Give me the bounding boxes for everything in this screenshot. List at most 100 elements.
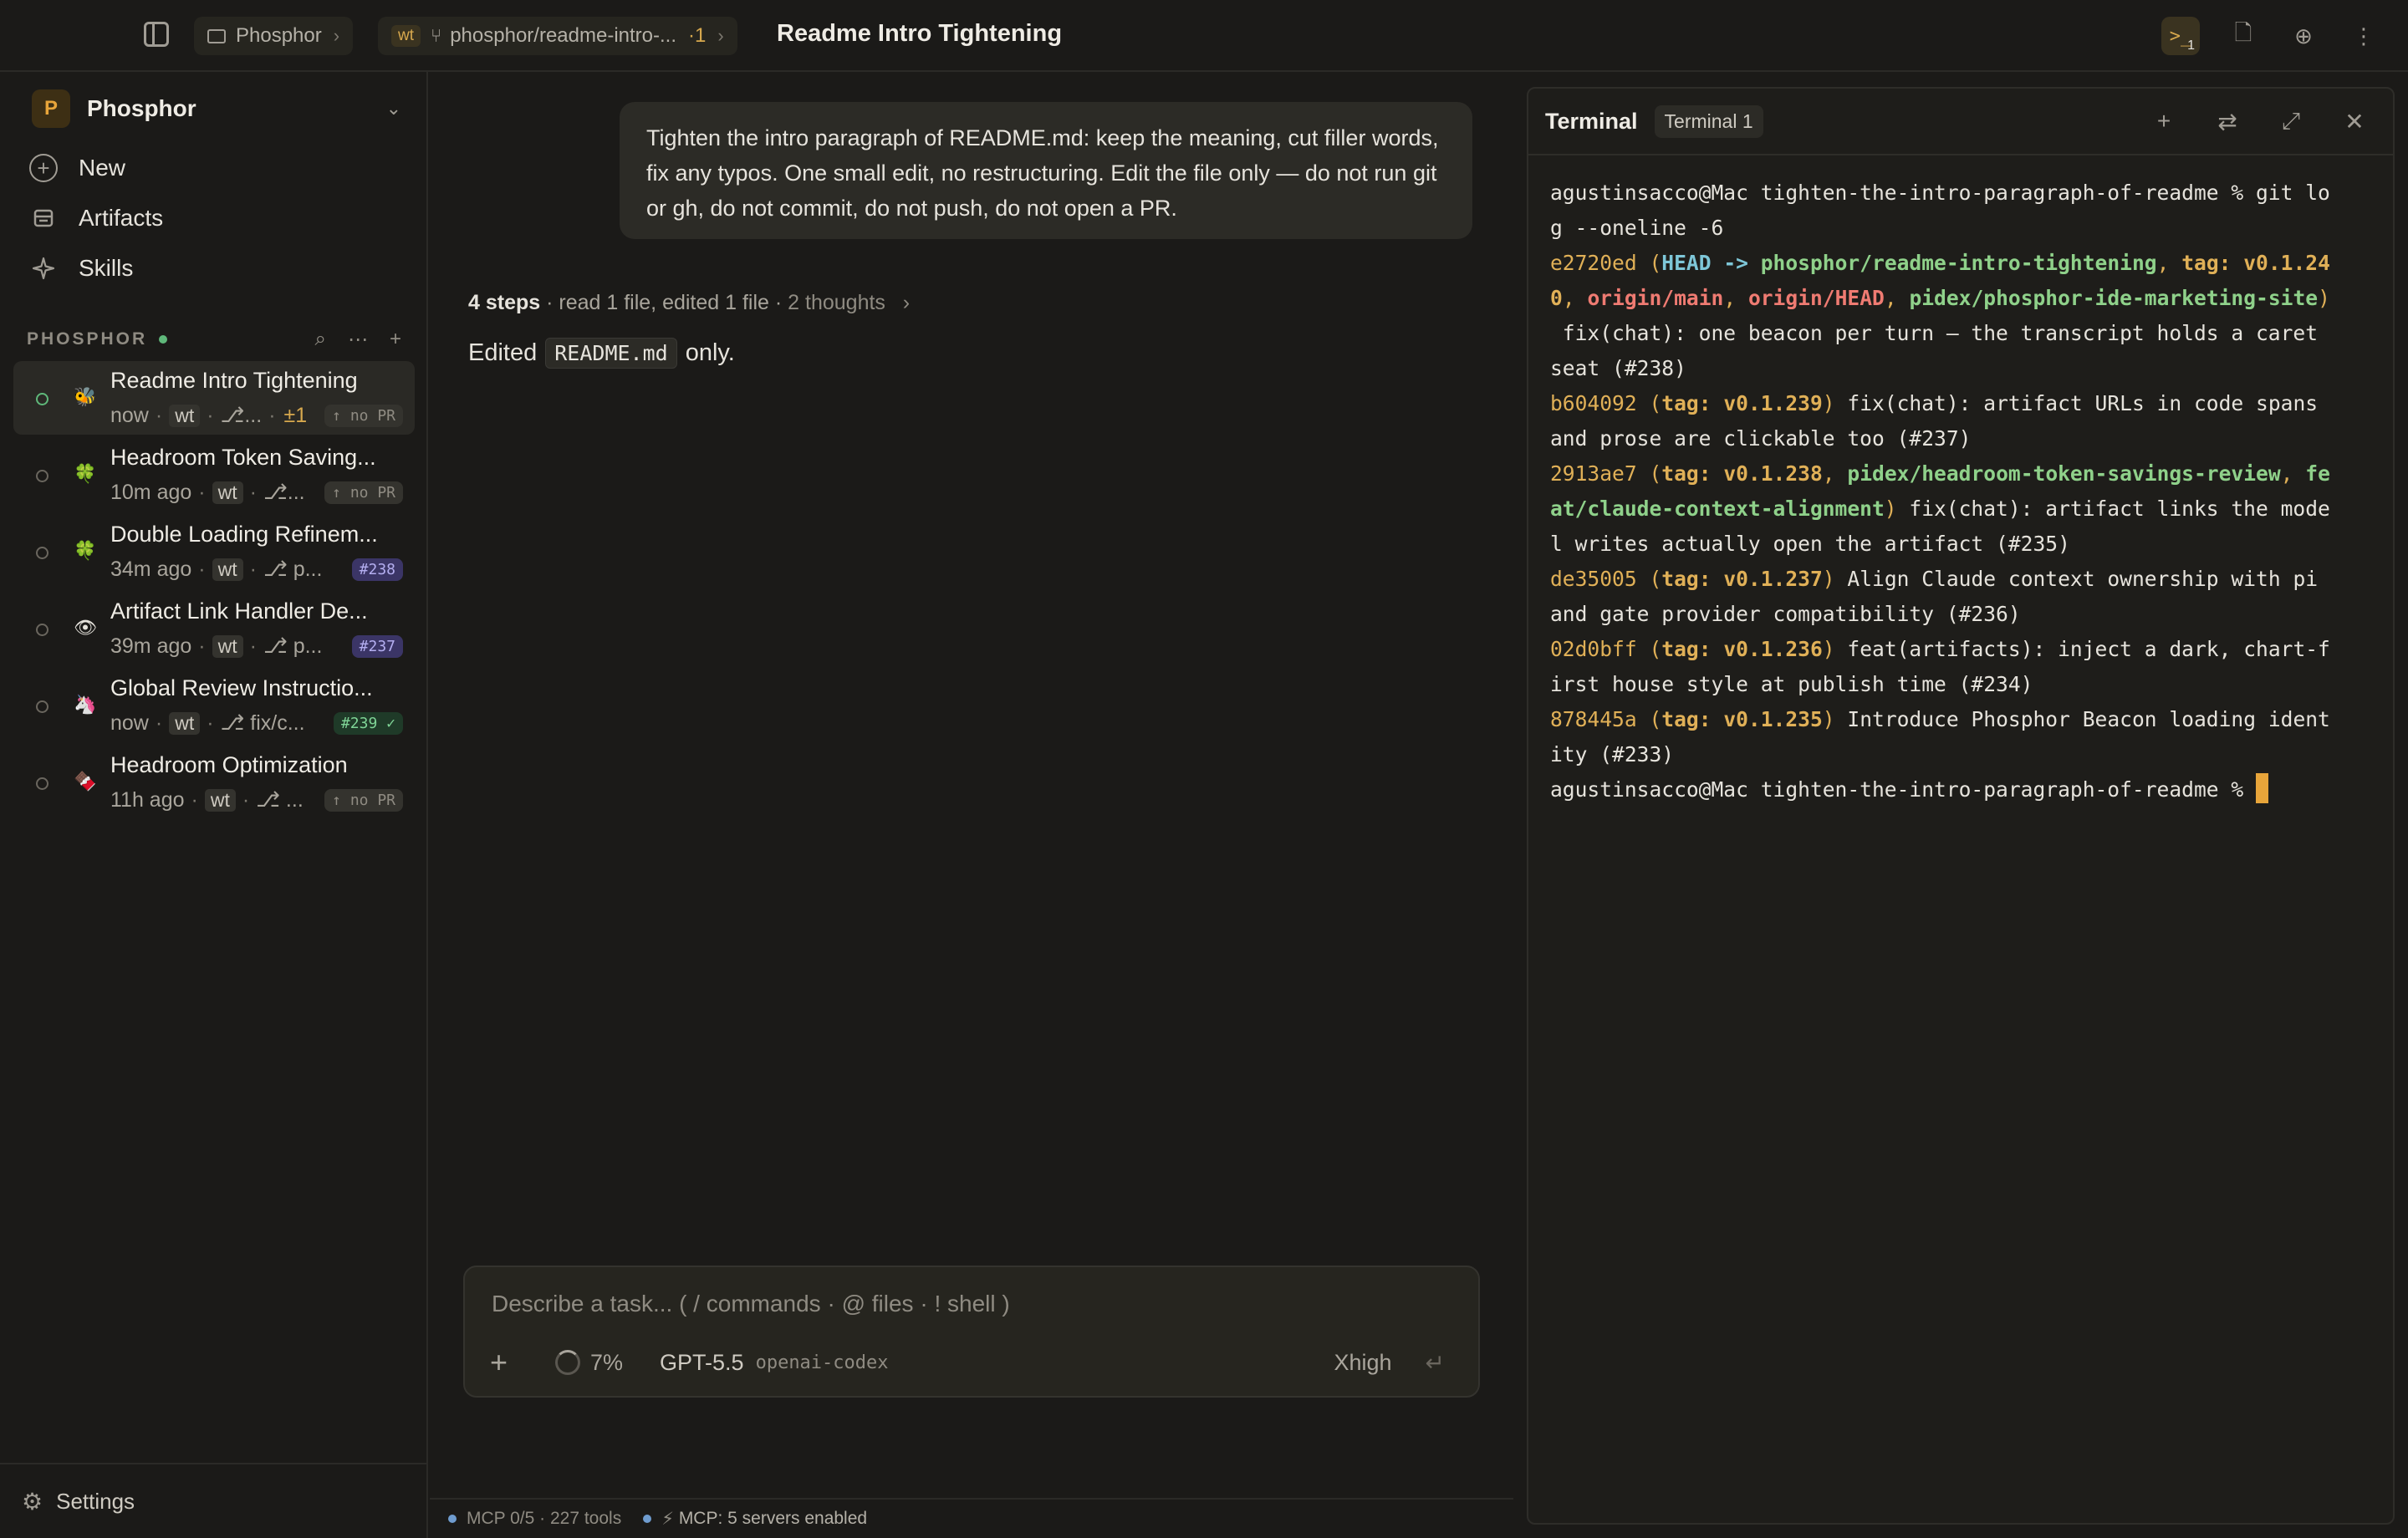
session-worktree-tag: wt [212,481,243,504]
terminal-segment: 878445a [1550,707,1637,731]
session-item[interactable]: 🍫 Headroom Optimization 11h ago · wt · ⎇ ... ↑ … [13,746,415,819]
terminal-line: e2720ed (HEAD -> phosphor/readme-intro-t… [1550,246,2373,281]
browser-button[interactable]: ⊕ [2284,17,2323,55]
session-item[interactable]: 🐝 Readme Intro Tightening now · wt · ⎇... · ±1 ↑ … [13,361,415,435]
terminal-line: and prose are clickable too (#237) [1550,421,2373,456]
sidebar-toggle-icon[interactable] [144,22,169,47]
session-time: now [110,710,149,735]
edited-file-code: README.md [545,338,677,369]
terminal-segment: agustinsacco@Mac tighten-the-intro-parag… [1550,181,2330,205]
more-button[interactable]: ⋮ [2344,17,2383,55]
worktree-tag: wt [391,25,421,47]
mcp-servers-status[interactable]: MCP: 5 servers enabled [679,1509,867,1529]
session-meta: 34m ago · wt · ⎇ p... #238 [110,555,403,583]
attach-plus-icon[interactable]: + [490,1345,527,1380]
settings-button[interactable]: ⚙ Settings [0,1463,426,1538]
session-status-dot [36,777,48,790]
breadcrumb-branch[interactable]: wt ⑂ phosphor/readme-intro-... ·1 › [378,17,737,55]
terminal-line: agustinsacco@Mac tighten-the-intro-parag… [1550,772,2373,807]
session-item[interactable]: 🦄 Global Review Instructio... now · wt · ⎇ fix… [13,669,415,742]
terminal-segment: ( [1636,251,1662,275]
terminal-segment: de35005 [1550,567,1637,591]
terminal-output[interactable]: agustinsacco@Mac tighten-the-intro-parag… [1550,176,2373,807]
session-status-dot [36,700,48,713]
terminal-line: irst house style at publish time (#234) [1550,667,2373,702]
nav-new[interactable]: + New [27,147,125,189]
section-header-phosphor: PHOSPHOR ⌕ ⋯ + [27,324,401,354]
terminal-tab[interactable]: Terminal 1 [1654,104,1763,138]
session-item[interactable]: 👁 Artifact Link Handler De... 39m ago · wt · ⎇… [13,592,415,665]
add-session-icon[interactable]: + [390,328,401,352]
terminal-segment: , [1723,286,1748,310]
terminal-segment: fix(chat): artifact URLs in code spans [1834,391,2319,415]
terminal-segment: fix(chat): artifact links the mode [1896,497,2330,521]
session-title: Artifact Link Handler De... [110,598,368,624]
folder-icon [207,28,226,43]
terminal-segment: b604092 [1550,391,1637,415]
terminal-segment: phosphor/readme-intro-tightening [1760,251,2157,275]
session-status-dot [36,393,48,405]
terminal-segment: pidex/phosphor-ide-marketing-site [1909,286,2319,310]
terminal-segment: feat(artifacts): inject a dark, chart-f [1834,637,2330,661]
session-worktree-tag: wt [169,711,201,735]
terminal-segment: Align Claude context ownership with pi [1834,567,2319,591]
session-emoji-icon: 🐝 [74,386,97,407]
session-branch: ⎇ ... [256,788,304,812]
terminal-segment: origin/main [1587,286,1724,310]
steps-detail: · read 1 file, edited 1 file · [540,291,788,314]
terminal-segment: ity (#233) [1550,742,1675,766]
terminal-segment: and prose are clickable too (#237) [1550,426,1972,451]
terminal-segment: ( [1636,637,1662,661]
terminal-segment: ) [1822,567,1835,591]
model-selector[interactable]: GPT-5.5 [660,1350,744,1376]
session-pr-badge: #237 [351,634,403,658]
terminal-segment: , [2156,251,2182,275]
session-emoji-icon: 🦄 [74,694,97,715]
assistant-response: Edited README.md only. [468,338,735,369]
session-emoji-icon: 🍫 [74,771,97,792]
breadcrumb-project[interactable]: Phosphor › [194,17,354,55]
close-icon[interactable]: ✕ [2323,108,2386,135]
send-enter-icon[interactable]: ↵ [1426,1349,1445,1377]
new-terminal-icon[interactable]: + [2132,108,2196,135]
session-time: 39m ago [110,634,192,658]
terminal-segment: ( [1636,707,1662,731]
chevron-right-icon: › [890,291,911,314]
session-meta: 10m ago · wt · ⎇... ↑ no PR [110,478,403,507]
session-status-dot [36,470,48,482]
swap-icon[interactable]: ⇄ [2196,108,2259,135]
session-title: Headroom Token Saving... [110,445,376,470]
search-icon[interactable]: ⌕ [315,328,326,352]
session-title: Double Loading Refinem... [110,522,378,547]
nav-skills[interactable]: Skills [27,247,133,289]
terminal-segment: agustinsacco@Mac tighten-the-intro-parag… [1550,777,2256,802]
steps-summary[interactable]: 4 steps · read 1 file, edited 1 file · 2… [468,291,910,315]
file-icon: 🗋 [2234,20,2252,45]
terminal-segment: 0 [1550,286,1563,310]
session-item[interactable]: 🍀 Headroom Token Saving... 10m ago · wt · ⎇...… [13,438,415,512]
workspace-name: Phosphor [87,95,196,121]
more-horizontal-icon[interactable]: ⋯ [348,328,368,352]
expand-icon[interactable]: ⤢ [2259,108,2323,135]
nav-artifacts[interactable]: Artifacts [27,197,163,239]
workspace-switcher[interactable]: P Phosphor ⌄ [32,87,401,130]
session-pr-badge: ↑ no PR [324,481,403,504]
session-pr-badge: ↑ no PR [324,404,403,427]
session-item[interactable]: 🍀 Double Loading Refinem... 34m ago · wt · ⎇ p… [13,515,415,588]
terminal-segment: irst house style at publish time (#234) [1550,672,2033,696]
terminal-segment: 02d0bff [1550,637,1637,661]
terminal-line: fix(chat): one beacon per turn — the tra… [1550,316,2373,351]
effort-selector[interactable]: Xhigh [1334,1350,1391,1376]
mcp-tools-status[interactable]: MCP 0/5 · 227 tools [467,1509,621,1529]
session-pr-badge: ↑ no PR [324,788,403,812]
task-input[interactable]: Describe a task... ( / commands · @ file… [492,1291,1010,1317]
session-time: 34m ago [110,557,192,581]
terminal-segment: ) [1884,497,1897,521]
session-status-dot [36,624,48,636]
file-button[interactable]: 🗋 [2224,17,2263,55]
terminal-toggle-button[interactable]: >_ 1 [2161,17,2200,55]
sparkle-icon [27,252,60,285]
terminal-segment: ) [1822,707,1835,731]
breadcrumb-branch-label: phosphor/readme-intro-... [450,24,676,47]
edited-suffix: only. [685,339,735,366]
